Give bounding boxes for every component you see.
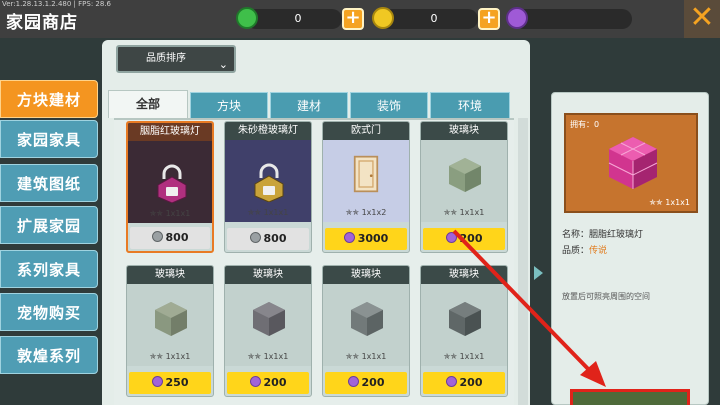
green-gem-count: 0	[294, 12, 302, 25]
tab-blocks[interactable]: 方块	[190, 92, 268, 118]
price-button[interactable]: 200	[227, 372, 309, 394]
sidebar-item-label: 方块建材	[16, 91, 81, 109]
shop-item-card[interactable]: 朱砂橙玻璃灯 ✯✯ 1x1x1 800	[224, 121, 312, 253]
item-name: 玻璃块	[421, 122, 507, 140]
item-name: 朱砂橙玻璃灯	[225, 122, 311, 140]
sidebar-item-label: 建筑图纸	[16, 175, 81, 193]
lock-icon	[157, 164, 187, 203]
item-size: ✯✯ 1x1x1	[443, 208, 485, 217]
sidebar-item-blocks[interactable]: 方块建材	[0, 80, 98, 118]
add-green-gem-button[interactable]: +	[342, 8, 364, 30]
gold-coin-count: 0	[430, 12, 438, 25]
tab-decorations[interactable]: 装饰	[350, 92, 428, 118]
purple-gem-icon	[151, 376, 163, 387]
purple-gem-icon	[506, 7, 528, 29]
currency-slot-purple	[514, 9, 632, 29]
item-name: 玻璃块	[225, 266, 311, 284]
sort-dropdown[interactable]: 品质排序 ⌄	[116, 45, 236, 73]
close-button[interactable]: ✕	[684, 0, 720, 38]
annotation-arrow	[452, 229, 606, 387]
item-size: ✯✯ 1x1x1	[247, 208, 289, 217]
page-title: 家园商店	[6, 13, 78, 33]
sidebar-item-label: 扩展家园	[16, 217, 81, 235]
top-bar: Ver:1.28.13.1.2.480 | FPS: 28.6 家园商店 0 +…	[0, 0, 720, 38]
sort-label: 品质排序	[146, 53, 186, 64]
price-button[interactable]: 800	[227, 228, 309, 250]
pink-lamp-block-icon	[608, 137, 658, 189]
item-name: 玻璃块	[127, 266, 213, 284]
item-size: ✯✯ 1x1x1	[149, 352, 191, 361]
shop-item-card[interactable]: 胭脂红玻璃灯 ✯✯ 1x1x1 800	[126, 121, 214, 253]
sidebar-item-series-furniture[interactable]: 系列家具	[0, 250, 98, 288]
item-size: ✯✯ 1x1x2	[345, 208, 387, 217]
owned-count: 拥有：0	[570, 120, 600, 129]
tab-all[interactable]: 全部	[108, 90, 188, 118]
sidebar-item-furniture[interactable]: 家园家具	[0, 120, 98, 158]
silver-coin-icon	[249, 232, 261, 243]
purple-gem-icon	[249, 376, 261, 387]
item-size: ✯✯ 1x1x1	[149, 209, 191, 218]
price-button[interactable]: 800	[130, 227, 210, 249]
chevron-down-icon: ⌄	[218, 58, 228, 71]
sidebar-item-label: 系列家具	[16, 261, 81, 279]
tab-environment[interactable]: 环境	[430, 92, 510, 118]
sidebar-item-label: 家园家具	[16, 131, 81, 149]
item-name: 玻璃块	[323, 266, 409, 284]
sidebar-item-dunhuang[interactable]: 敦煌系列	[0, 336, 98, 374]
price-button[interactable]: 250	[129, 372, 211, 394]
sidebar-item-pets[interactable]: 宠物购买	[0, 293, 98, 331]
green-gem-icon	[236, 7, 258, 29]
lock-icon	[254, 163, 284, 202]
price-button[interactable]: 200	[325, 372, 407, 394]
tab-materials[interactable]: 建材	[270, 92, 348, 118]
close-icon: ✕	[689, 0, 715, 35]
purple-gem-icon	[347, 376, 359, 387]
shop-item-card[interactable]: 欧式门 ✯✯ 1x1x2 3000	[322, 121, 410, 253]
item-size: ✯✯ 1x1x1	[649, 198, 690, 207]
item-size: ✯✯ 1x1x1	[247, 352, 289, 361]
version-text: Ver:1.28.13.1.2.480 | FPS: 28.6	[2, 0, 111, 8]
price-button[interactable]: 3000	[325, 228, 407, 250]
sidebar-item-label: 敦煌系列	[16, 347, 81, 365]
gold-coin-icon	[372, 7, 394, 29]
shop-item-card[interactable]: 玻璃块 ✯✯ 1x1x1 200	[322, 265, 410, 397]
glass-block-icon	[155, 302, 187, 336]
sidebar-item-blueprints[interactable]: 建筑图纸	[0, 164, 98, 202]
item-name: 欧式门	[323, 122, 409, 140]
sidebar-item-expand-home[interactable]: 扩展家园	[0, 206, 98, 244]
sidebar-item-label: 宠物购买	[16, 304, 81, 322]
door-icon	[353, 155, 379, 193]
glass-block-icon	[253, 302, 285, 336]
item-name: 胭脂红玻璃灯	[128, 123, 212, 141]
purple-gem-icon	[343, 232, 355, 243]
add-gold-coin-button[interactable]: +	[478, 8, 500, 30]
glass-block-icon	[351, 302, 383, 336]
shop-item-card[interactable]: 玻璃块 ✯✯ 1x1x1 250	[126, 265, 214, 397]
shop-item-card[interactable]: 玻璃块 ✯✯ 1x1x1 200	[224, 265, 312, 397]
item-preview: 拥有：0 ✯✯ 1x1x1	[564, 113, 698, 213]
item-size: ✯✯ 1x1x1	[345, 352, 387, 361]
glass-block-icon	[449, 158, 481, 192]
silver-coin-icon	[151, 231, 163, 242]
